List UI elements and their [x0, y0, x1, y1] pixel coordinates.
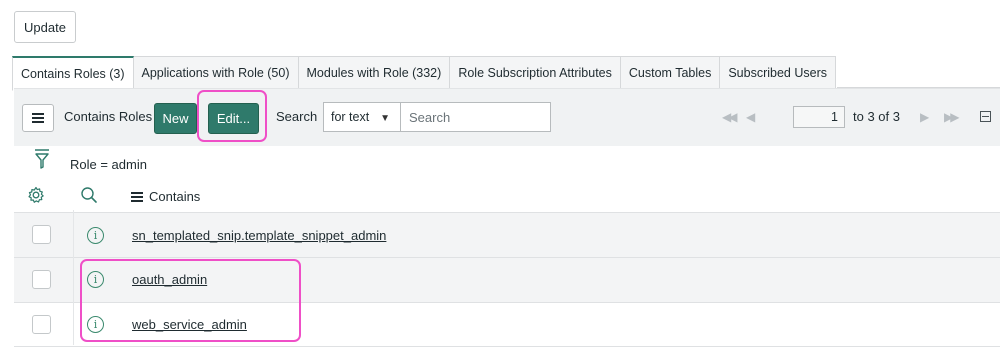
search-input[interactable]	[400, 102, 551, 132]
row-link[interactable]: sn_templated_snip.template_snippet_admin	[132, 228, 386, 243]
next-page-icon[interactable]: ▶	[920, 110, 929, 124]
list-title: Contains Roles	[64, 109, 153, 124]
info-icon[interactable]: i	[87, 227, 104, 244]
previous-page-icon[interactable]: ◀	[746, 110, 755, 124]
tab-modules-with-role[interactable]: Modules with Role (332)	[298, 56, 451, 90]
rows-highlight	[80, 259, 301, 342]
row-checkbox[interactable]	[32, 270, 51, 289]
collapse-icon[interactable]	[980, 111, 991, 122]
edit-button-highlight	[197, 90, 267, 142]
related-list-tabs: Contains Roles (3) Applications with Rol…	[12, 56, 836, 91]
new-button[interactable]: New	[154, 103, 197, 134]
search-icon[interactable]	[80, 186, 98, 207]
tab-contains-roles[interactable]: Contains Roles (3)	[12, 56, 134, 91]
row-checkbox[interactable]	[32, 315, 51, 334]
search-label: Search	[276, 109, 318, 124]
page-range-text: to 3 of 3	[853, 109, 900, 124]
list-menu-button[interactable]	[22, 104, 54, 132]
tab-applications-with-role[interactable]: Applications with Role (50)	[133, 56, 299, 90]
first-page-icon[interactable]: ◀◀	[722, 110, 738, 124]
column-header-label: Contains	[149, 189, 201, 204]
hamburger-menu-icon	[32, 113, 44, 123]
tab-subscribed-users[interactable]: Subscribed Users	[720, 56, 836, 90]
search-type-select[interactable]: for text ▼	[323, 102, 400, 132]
last-page-icon[interactable]: ▶▶	[944, 110, 960, 124]
tab-role-subscription-attributes[interactable]: Role Subscription Attributes	[450, 56, 621, 90]
page-number-input[interactable]	[793, 106, 845, 128]
row-checkbox[interactable]	[32, 225, 51, 244]
column-menu-icon[interactable]	[131, 191, 143, 202]
funnel-filter-icon[interactable]	[34, 148, 50, 173]
caret-down-icon: ▼	[380, 113, 390, 124]
filter-breadcrumb[interactable]: Role = admin	[70, 157, 147, 172]
search-type-value: for text	[331, 110, 370, 124]
tab-custom-tables[interactable]: Custom Tables	[620, 56, 721, 90]
column-divider	[73, 210, 74, 345]
update-button[interactable]: Update	[14, 11, 76, 43]
column-header-contains[interactable]: Contains	[131, 189, 200, 204]
gear-icon[interactable]	[27, 186, 45, 207]
